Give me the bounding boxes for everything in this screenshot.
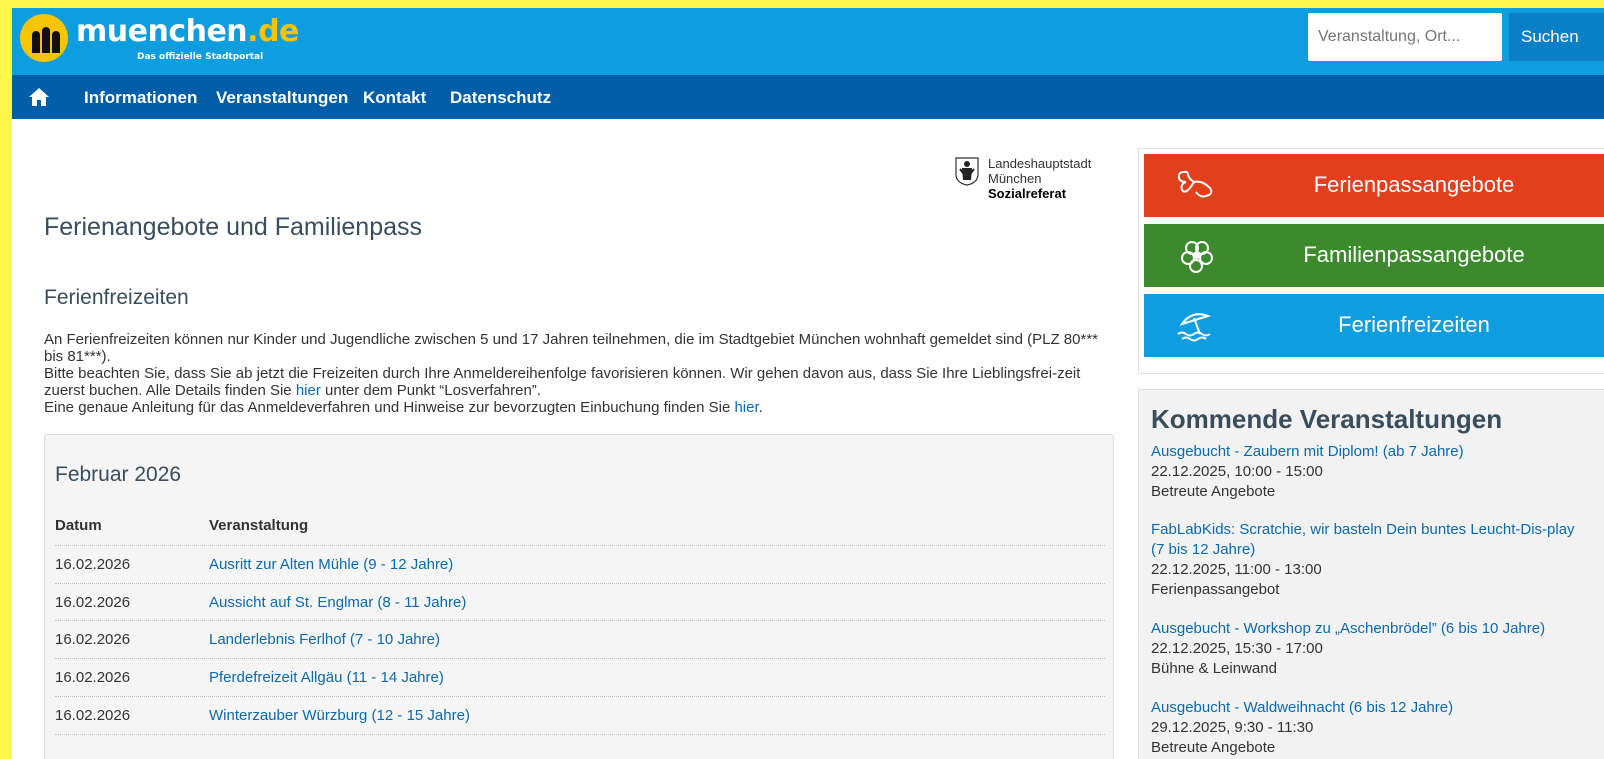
row-event-link[interactable]: Aussicht auf St. Englmar (8 - 11 Jahre): [209, 594, 466, 611]
home-icon[interactable]: [28, 86, 50, 108]
site-logo-text[interactable]: muenchen.de: [76, 14, 299, 50]
sozial-line2: München: [988, 171, 1042, 186]
event-category: Betreute Angebote: [1151, 483, 1276, 500]
sozialreferat-label: Landeshauptstadt München Sozialreferat: [988, 156, 1091, 201]
event-date: 22.12.2025, 10:00 - 15:00: [1151, 463, 1323, 480]
nav-item-datenschutz[interactable]: Datenschutz: [450, 88, 551, 108]
event-date: 22.12.2025, 15:30 - 17:00: [1151, 640, 1323, 657]
event-item: Ausgebucht - Waldweihnacht (6 bis 12 Jah…: [1151, 698, 1591, 758]
intro-paragraph-3: Eine genaue Anleitung für das Anmeldever…: [44, 399, 763, 416]
table-row: [55, 734, 1105, 759]
intro-text: An Ferienfreizeiten können nur Kinder un…: [44, 331, 1114, 416]
row-date: 16.02.2026: [55, 707, 131, 724]
muenchen-logo-icon[interactable]: [20, 14, 68, 62]
table-row: 16.02.2026 Ausritt zur Alten Mühle (9 - …: [55, 545, 1105, 583]
page: muenchen.de Das offizielle Stadtportal S…: [12, 8, 1604, 759]
row-event-link[interactable]: Pferdefreizeit Allgäu (11 - 14 Jahre): [209, 669, 444, 686]
event-item: Ausgebucht - Zaubern mit Diplom! (ab 7 J…: [1151, 442, 1591, 502]
site-tagline: Das offizielle Stadtportal: [137, 52, 264, 62]
tile-label: Ferienpassangebote: [1313, 172, 1515, 197]
event-title-link[interactable]: Ausgebucht - Zaubern mit Diplom! (ab 7 J…: [1151, 442, 1591, 462]
table-row: 16.02.2026 Aussicht auf St. Englmar (8 -…: [55, 583, 1105, 621]
search-input[interactable]: [1308, 13, 1502, 61]
row-event-link[interactable]: Winterzauber Würzburg (12 - 15 Jahre): [209, 707, 470, 724]
page-title: Ferienangebote und Familienpass: [44, 213, 423, 241]
event-item: Ausgebucht - Workshop zu „Aschenbrödel” …: [1151, 619, 1591, 679]
intro-paragraph-2: Bitte beachten Sie, dass Sie ab jetzt di…: [44, 365, 1081, 399]
row-date: 16.02.2026: [55, 669, 131, 686]
event-category: Betreute Angebote: [1151, 739, 1276, 756]
section-title: Ferienfreizeiten: [44, 286, 189, 309]
row-event-link[interactable]: Landerlebnis Ferlhof (7 - 10 Jahre): [209, 631, 440, 648]
event-title-link[interactable]: Ausgebucht - Workshop zu „Aschenbrödel” …: [1151, 619, 1591, 639]
nav-item-informationen[interactable]: Informationen: [84, 88, 197, 108]
row-date: 16.02.2026: [55, 556, 131, 573]
logo-dot: .de: [247, 14, 299, 49]
column-header-event: Veranstaltung: [209, 517, 309, 534]
event-date: 29.12.2025, 9:30 - 11:30: [1151, 719, 1314, 736]
nav-item-kontakt[interactable]: Kontakt: [363, 88, 426, 108]
upcoming-events-panel: Kommende Veranstaltungen Ausgebucht - Za…: [1138, 389, 1604, 759]
event-category: Ferienpassangebot: [1151, 581, 1280, 598]
sozial-line3: Sozialreferat: [988, 186, 1067, 201]
muenchner-kindl-icon: [955, 157, 979, 186]
table-row: 16.02.2026 Winterzauber Würzburg (12 - 1…: [55, 696, 1105, 734]
main-nav: Informationen Veranstaltungen Kontakt Da…: [12, 75, 1604, 119]
row-date: 16.02.2026: [55, 631, 131, 648]
nav-item-veranstaltungen[interactable]: Veranstaltungen: [216, 88, 348, 108]
losverfahren-link[interactable]: hier: [296, 382, 321, 399]
row-date: 16.02.2026: [55, 594, 131, 611]
event-item: FabLabKids: Scratchie, wir basteln Dein …: [1151, 520, 1591, 600]
events-table-box: Februar 2026 Datum Veranstaltung 16.02.2…: [44, 434, 1114, 759]
tile-familienpassangebote[interactable]: Familienpassangebote: [1144, 224, 1604, 287]
row-event-link[interactable]: Ausritt zur Alten Mühle (9 - 12 Jahre): [209, 556, 453, 573]
event-title-link[interactable]: Ausgebucht - Waldweihnacht (6 bis 12 Jah…: [1151, 698, 1591, 718]
tile-label: Ferienfreizeiten: [1338, 312, 1490, 337]
search-button[interactable]: Suchen: [1509, 13, 1604, 61]
month-heading: Februar 2026: [55, 463, 182, 486]
table-row: 16.02.2026 Pferdefreizeit Allgäu (11 - 1…: [55, 658, 1105, 696]
event-title-link[interactable]: FabLabKids: Scratchie, wir basteln Dein …: [1151, 520, 1591, 560]
tile-label: Familienpassangebote: [1303, 242, 1525, 267]
tile-ferienfreizeiten[interactable]: Ferienfreizeiten: [1144, 294, 1604, 357]
event-category: Bühne & Leinwand: [1151, 660, 1277, 677]
table-row: 16.02.2026 Landerlebnis Ferlhof (7 - 10 …: [55, 620, 1105, 658]
event-date: 22.12.2025, 11:00 - 13:00: [1151, 561, 1322, 578]
site-header: muenchen.de Das offizielle Stadtportal S…: [12, 8, 1604, 75]
intro-paragraph-1: An Ferienfreizeiten können nur Kinder un…: [44, 331, 1098, 365]
column-header-date: Datum: [55, 517, 102, 534]
tile-ferienpassangebote[interactable]: Ferienpassangebote: [1144, 154, 1604, 217]
upcoming-events-title: Kommende Veranstaltungen: [1151, 404, 1503, 434]
anleitung-link[interactable]: hier: [734, 399, 758, 416]
sozial-line1: Landeshauptstadt: [988, 156, 1092, 171]
